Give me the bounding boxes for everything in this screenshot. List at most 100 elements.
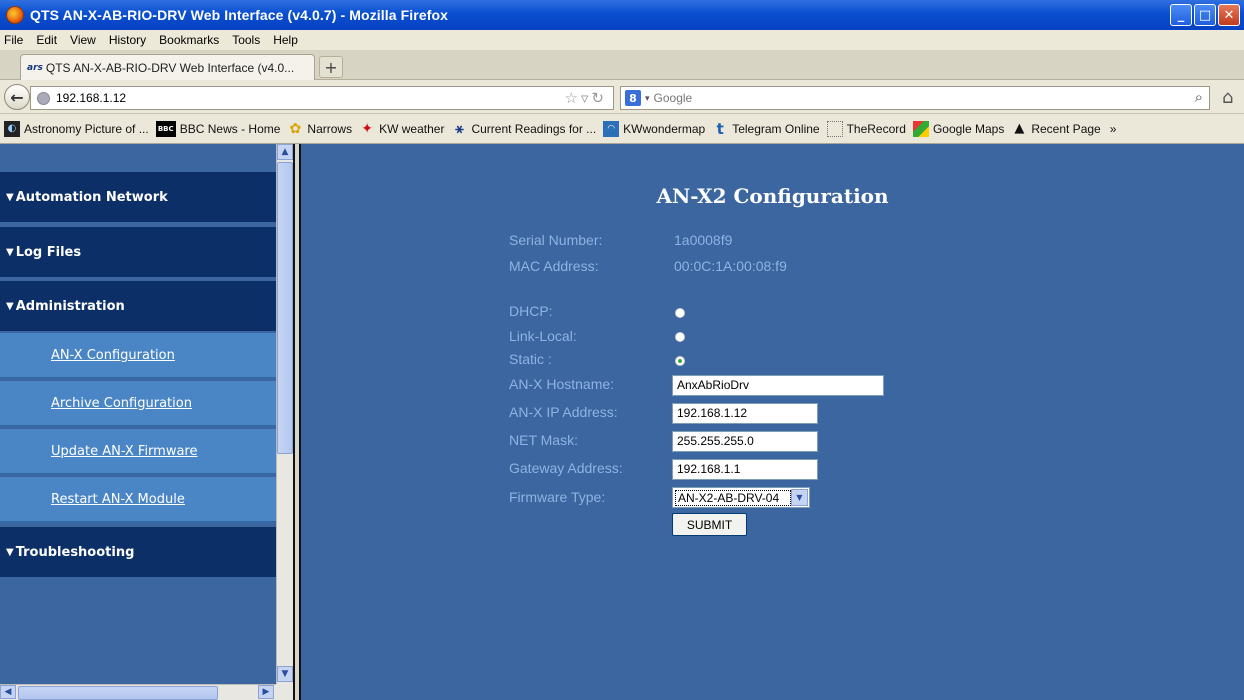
search-icon[interactable]: ⌕ [1195,88,1203,106]
window-title: QTS AN-X-AB-RIO-DRV Web Interface (v4.0.… [30,7,449,23]
bookmark-item[interactable]: TheRecord [826,120,906,137]
bookmark-item[interactable]: ✿ Narrows [287,120,353,137]
firmware-type-select[interactable]: AN-X2-AB-DRV-04 ▼ [672,487,810,508]
page-viewport: ▼ Automation Network ▼ Log Files ▼ Administ… [0,144,1244,700]
sidebar-item-restart-module[interactable]: Restart AN-X Module [0,477,276,523]
netmask-input[interactable]: 255.255.255.0 [672,431,818,452]
sidebar-item-anx-configuration[interactable]: AN-X Configuration [0,333,276,379]
submit-button[interactable]: SUBMIT [672,513,747,536]
chevron-down-icon[interactable]: ▼ [791,489,808,506]
sidebar-item-archive-configuration[interactable]: Archive Configuration [0,381,276,427]
window-titlebar: QTS AN-X-AB-RIO-DRV Web Interface (v4.0.… [0,0,1244,30]
sidebar-section-log-files[interactable]: ▼ Log Files [0,227,276,277]
bookmark-star-icon[interactable]: ☆▿↻ [564,89,607,107]
url-text: 192.168.1.12 [56,91,127,105]
sidebar-section-administration[interactable]: ▼ Administration [0,281,276,331]
dhcp-label: DHCP: [509,303,553,319]
scroll-down-arrow-icon[interactable]: ▼ [277,666,293,682]
link-local-radio[interactable] [675,332,685,342]
search-placeholder: Google [653,91,693,105]
ip-address-input[interactable]: 192.168.1.12 [672,403,818,424]
map-icon: ◠ [603,120,620,137]
static-radio[interactable] [675,356,685,366]
firmware-type-value: AN-X2-AB-DRV-04 [675,489,791,506]
bookmark-item[interactable]: ◐ Astronomy Picture of ... [4,120,149,137]
maximize-button[interactable]: □ [1194,4,1216,26]
scroll-left-arrow-icon[interactable]: ◀ [0,685,16,699]
telegram-icon: t [716,119,724,138]
narrows-icon: ✿ [289,120,302,137]
close-button[interactable]: ✕ [1218,4,1240,26]
nebula-icon: ◐ [4,120,20,137]
bookmark-item[interactable]: ◠ KWwondermap [603,120,705,137]
bookmarks-toolbar: ◐ Astronomy Picture of ... BBC BBC News - … [0,114,1244,144]
link-local-label: Link-Local: [509,328,577,344]
expand-triangle-icon: ▼ [6,191,14,203]
static-label: Static : [509,351,552,367]
sidebar-horizontal-scrollbar[interactable]: ◀ ▶ [0,684,276,700]
menu-edit[interactable]: Edit [36,33,57,47]
page-title: AN-X2 Configuration [656,184,889,208]
bookmark-item[interactable]: ▲ Recent Page [1011,121,1100,137]
bookmarks-overflow-button[interactable]: » [1110,122,1117,136]
search-engine-icon[interactable]: 8 [625,90,641,106]
new-tab-button[interactable]: + [319,56,343,78]
sidebar-item-update-firmware[interactable]: Update AN-X Firmware [0,429,276,475]
gateway-label: Gateway Address: [509,460,623,476]
sidebar-section-automation-network[interactable]: ▼ Automation Network [0,172,276,222]
sidebar-section-troubleshooting[interactable]: ▼ Troubleshooting [0,527,276,577]
maple-leaf-icon: ✦ [361,120,373,137]
hostname-input[interactable]: AnxAbRioDrv [672,375,884,396]
home-icon[interactable]: ⌂ [1222,87,1233,108]
recent-page-icon: ▲ [1014,121,1025,136]
menu-view[interactable]: View [70,33,96,47]
hostname-label: AN-X Hostname: [509,376,615,392]
sidebar-frame: ▼ Automation Network ▼ Log Files ▼ Administ… [0,144,276,684]
search-box[interactable]: 8 ▾ Google ⌕ [620,86,1210,110]
scroll-right-arrow-icon[interactable]: ▶ [258,685,274,699]
mac-address-value: 00:0C:1A:00:08:f9 [674,258,787,274]
page-icon [826,120,843,137]
menu-bar: File Edit View History Bookmarks Tools H… [0,30,1244,50]
serial-number-value: 1a0008f9 [674,232,733,248]
google-maps-icon [912,120,929,137]
horizontal-scrollbar-thumb[interactable] [18,686,218,700]
gateway-input[interactable]: 192.168.1.1 [672,459,818,480]
firmware-type-label: Firmware Type: [509,489,606,505]
menu-history[interactable]: History [109,33,146,47]
bookmark-item[interactable]: ⚹ Current Readings for ... [451,121,596,137]
tab-strip: ars QTS AN-X-AB-RIO-DRV Web Interface (v… [0,50,1244,80]
bbc-icon: BBC [155,120,176,137]
minimize-button[interactable]: _ [1170,4,1192,26]
site-identity-icon[interactable] [37,91,50,105]
menu-file[interactable]: File [4,33,23,47]
scrollbar-thumb[interactable] [277,162,293,454]
bookmark-item[interactable]: BBC BBC News - Home [155,120,280,137]
back-button[interactable]: ← [4,84,30,110]
bookmark-item[interactable]: Google Maps [912,120,1004,137]
weather-station-icon: ⚹ [455,120,464,137]
frame-divider[interactable] [293,144,301,700]
menu-bookmarks[interactable]: Bookmarks [159,33,219,47]
site-favicon-icon: ars [27,62,43,73]
expand-triangle-icon: ▼ [6,246,14,258]
dhcp-radio[interactable] [675,308,685,318]
menu-tools[interactable]: Tools [232,33,260,47]
ip-address-label: AN-X IP Address: [509,404,618,420]
navigation-bar: ← 192.168.1.12 ☆▿↻ 8 ▾ Google ⌕ ⌂ [0,80,1244,114]
bookmark-item[interactable]: ✦ KW weather [359,121,444,137]
scroll-up-arrow-icon[interactable]: ▲ [277,144,293,160]
tab-label: QTS AN-X-AB-RIO-DRV Web Interface (v4.0.… [45,60,295,75]
url-bar[interactable]: 192.168.1.12 ☆▿↻ [30,86,614,110]
expand-triangle-icon: ▼ [6,300,14,312]
sidebar-vertical-scrollbar[interactable]: ▲ ▼ [276,144,293,684]
serial-number-label: Serial Number: [509,232,603,248]
browser-tab[interactable]: ars QTS AN-X-AB-RIO-DRV Web Interface (v… [20,54,315,80]
mac-address-label: MAC Address: [509,258,599,274]
bookmark-item[interactable]: t Telegram Online [712,119,820,138]
menu-help[interactable]: Help [273,33,298,47]
firefox-icon [6,6,24,24]
scrollbar-corner [276,684,293,700]
expand-triangle-icon: ▼ [6,546,14,558]
configuration-frame: AN-X2 Configuration Serial Number: 1a000… [301,144,1244,700]
